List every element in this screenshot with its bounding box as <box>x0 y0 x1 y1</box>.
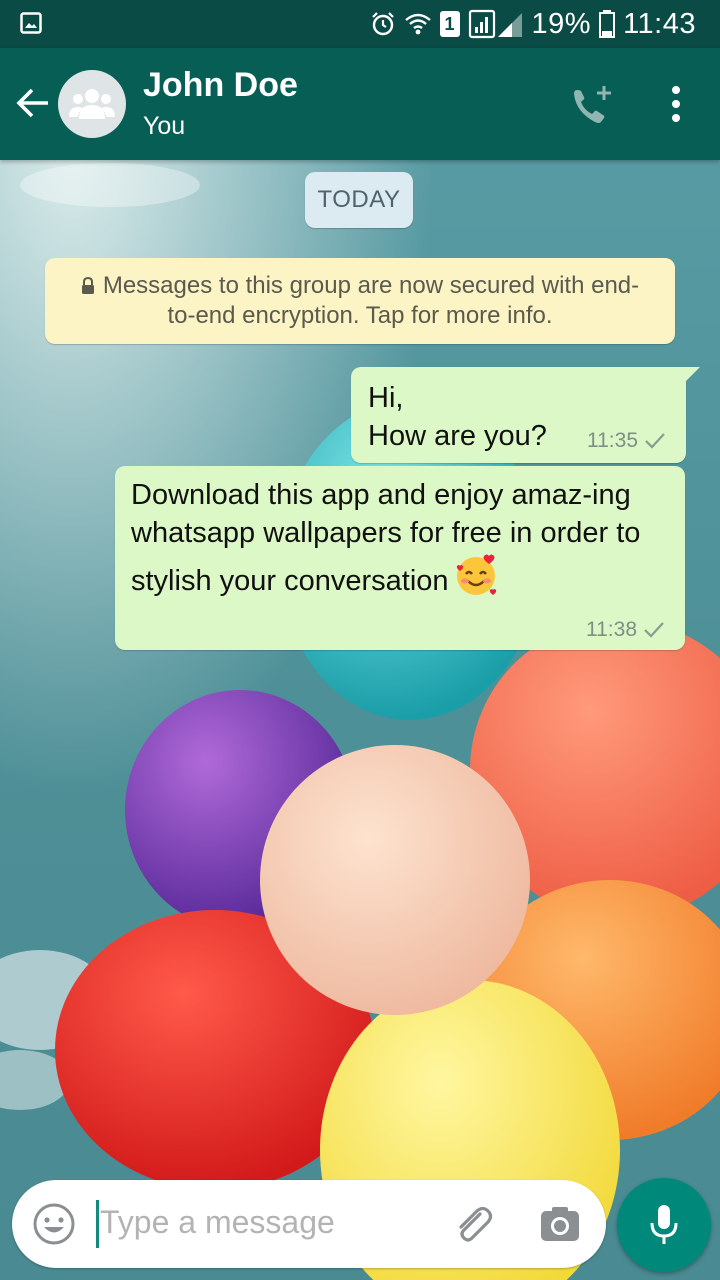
message-bubble[interactable]: Download this app and enjoy amaz-ing wha… <box>115 466 685 650</box>
mic-button[interactable] <box>617 1178 711 1272</box>
message-composer[interactable]: Type a message <box>12 1180 606 1268</box>
sim-icon: 1 <box>439 11 460 37</box>
message-time: 11:38 <box>586 618 637 641</box>
sent-check-icon <box>645 433 665 449</box>
add-call-icon[interactable] <box>568 82 616 130</box>
group-avatar-icon <box>69 89 115 119</box>
lock-icon <box>81 277 94 294</box>
chat-area[interactable]: TODAY Messages to this group are now sec… <box>0 160 720 1180</box>
message-text: Download this app and enjoy amaz-ing wha… <box>131 479 641 597</box>
text-caret <box>96 1200 99 1248</box>
message-time: 11:35 <box>587 429 638 452</box>
wifi-icon <box>404 13 431 35</box>
battery-percent: 19% <box>531 7 592 40</box>
message-text: Hi, How are you? <box>368 382 547 452</box>
group-avatar[interactable] <box>58 70 126 138</box>
message-text-wrap: Download this app and enjoy amaz-ing wha… <box>131 476 671 600</box>
message-input[interactable]: Type a message <box>100 1204 335 1241</box>
back-arrow-icon[interactable] <box>14 84 52 122</box>
gallery-icon <box>20 12 42 34</box>
mic-icon <box>650 1205 678 1244</box>
bubble-tail <box>684 367 700 383</box>
encryption-notice[interactable]: Messages to this group are now secured w… <box>45 258 675 344</box>
date-chip: TODAY <box>305 172 413 228</box>
alarm-icon <box>371 12 394 36</box>
emoji-icon[interactable] <box>32 1202 76 1246</box>
contact-subtitle[interactable]: You <box>143 112 185 141</box>
encryption-notice-text: Messages to this group are now secured w… <box>102 272 640 329</box>
camera-icon[interactable] <box>538 1202 582 1246</box>
message-meta: 11:35 <box>587 429 666 453</box>
chat-header: John Doe You <box>0 48 720 160</box>
status-bar: 1 19% 11:43 <box>0 0 720 48</box>
attach-icon[interactable] <box>450 1202 494 1246</box>
signal-icon <box>468 9 522 39</box>
contact-name[interactable]: John Doe <box>143 66 298 105</box>
more-vert-icon[interactable] <box>664 84 688 124</box>
smiling-face-with-hearts-emoji-icon <box>456 554 496 595</box>
battery-icon <box>599 10 616 38</box>
message-bubble[interactable]: Hi, How are you? 11:35 <box>351 367 700 463</box>
message-meta: 11:38 <box>586 618 665 642</box>
clock: 11:43 <box>623 7 696 40</box>
sent-check-icon <box>644 622 664 638</box>
